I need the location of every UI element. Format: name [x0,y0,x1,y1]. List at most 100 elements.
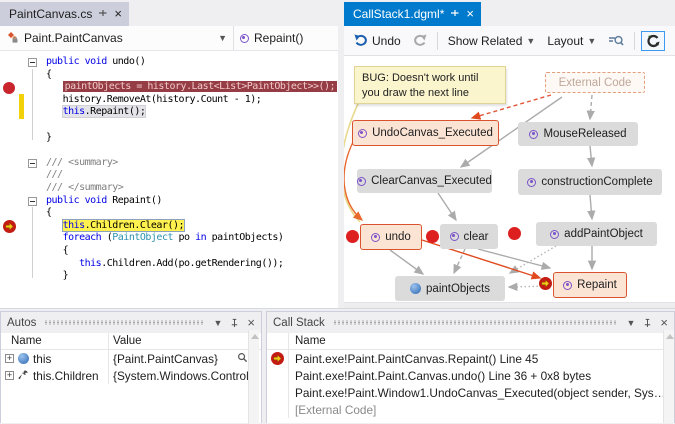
window-menu-icon[interactable]: ▼ [626,318,635,328]
drag-grip[interactable] [333,320,619,325]
redo-button[interactable] [409,32,431,49]
graph-tabstrip: CallStack1.dgml* × [344,0,675,26]
breakpoint-badge[interactable] [426,230,439,243]
graph-node-clear[interactable]: clear [440,224,498,249]
close-icon[interactable]: × [660,315,668,330]
redo-icon [413,34,427,47]
panel-title: Autos [7,317,36,329]
chevron-down-icon: ▼ [587,36,596,46]
code-line[interactable]: public void Repaint() [0,195,338,208]
pin-icon[interactable] [98,7,108,21]
graph-node-mousereleased[interactable]: MouseReleased [518,122,638,146]
node-label: constructionComplete [541,176,652,188]
code-line[interactable]: { [0,207,338,220]
frame-text: Paint.exe!Paint.Window1.UndoCanvas_Execu… [289,386,663,400]
callstack-scrollbar[interactable] [663,330,674,423]
code-line[interactable]: paintObjects = history.Last<List>PaintOb… [0,81,338,94]
close-icon[interactable]: × [466,9,474,19]
field-icon [410,283,421,294]
callstack-header: Name [267,333,674,350]
code-line[interactable]: this.Children.Add(po.getRendering()); [0,258,338,271]
undo-icon [354,34,368,47]
method-dropdown[interactable]: Repaint() [234,26,309,50]
magnifier-icon[interactable] [237,352,248,366]
tab-callstack1-dgml[interactable]: CallStack1.dgml* × [344,2,481,26]
code-line[interactable]: /// </summary> [0,182,338,195]
chevron-down-icon: ▼ [218,33,227,43]
graph-node-clearcanvas-executed[interactable]: ClearCanvas_Executed [357,169,492,193]
highlight-bp: paintObjects = history.Last<List>PaintOb… [63,81,338,92]
expander-icon[interactable]: + [5,371,14,380]
code-line[interactable]: { [0,245,338,258]
graph-node-paintobjects[interactable]: paintObjects [395,276,505,301]
zoom-tools-button[interactable] [604,32,628,50]
class-dropdown[interactable]: Paint.PaintCanvas ▼ [0,26,234,50]
variable-value: {Paint.PaintCanvas} [113,352,218,366]
class-name: Paint.PaintCanvas [24,31,123,45]
window-menu-icon[interactable]: ▼ [213,318,222,328]
breakpoint-badge[interactable] [346,230,359,243]
undo-button[interactable]: Undo [350,32,405,50]
editor-tabstrip: PaintCanvas.cs × [0,0,338,26]
callstack-frame[interactable]: Paint.exe!Paint.Paint.Canvas.undo() Line… [267,367,663,384]
graph-note-bug-note[interactable]: BUG: Doesn't work untilyou draw the next… [354,66,506,104]
code-line[interactable]: this.Children.Clear(); [0,220,338,233]
expander-icon[interactable]: + [5,354,14,363]
current-frame-icon [271,352,284,365]
close-icon[interactable]: × [114,9,122,19]
toolbar-separator [634,32,635,50]
code-line[interactable]: foreach (PaintObject po in paintObjects) [0,232,338,245]
autos-row[interactable]: +this.Children{System.Windows.Controls [1,367,261,384]
graph-canvas[interactable]: BUG: Doesn't work untilyou draw the next… [344,56,675,302]
show-related-button[interactable]: Show Related ▼ [444,32,540,50]
scroll-up-icon[interactable] [251,334,259,339]
scroll-up-icon[interactable] [666,334,674,339]
graph-node-addpaintobject[interactable]: addPaintObject [536,222,657,246]
graph-node-undocanvas-executed[interactable]: UndoCanvas_Executed [352,120,499,146]
frame-margin [267,367,289,384]
callstack-frame[interactable]: Paint.exe!Paint.Window1.UndoCanvas_Execu… [267,384,663,401]
autos-row[interactable]: +this{Paint.PaintCanvas}▼ [1,350,261,367]
layout-button[interactable]: Layout ▼ [543,32,600,50]
pin-icon[interactable] [450,7,460,21]
column-name: Name [1,333,109,349]
graph-node-undo[interactable]: undo [360,224,422,250]
current-statement-badge[interactable] [539,277,552,290]
breakpoint-badge[interactable] [508,227,521,240]
code-line[interactable]: this.Repaint(); [0,106,338,119]
callstack-panel: Call Stack ▼ × Name Paint.exe!Paint.Pain… [266,311,675,423]
method-icon [527,178,536,187]
chevron-down-icon: ▼ [526,36,535,46]
frame-text: [External Code] [289,403,376,417]
code-line[interactable]: } [0,270,338,283]
callstack-frame[interactable]: Paint.exe!Paint.PaintCanvas.Repaint() Li… [267,350,663,367]
callstack-rows: Paint.exe!Paint.PaintCanvas.Repaint() Li… [267,350,663,418]
graph-node-external-code[interactable]: External Code [545,72,645,93]
pin-icon[interactable] [230,318,239,328]
code-line[interactable] [0,144,338,157]
autos-value-cell: {Paint.PaintCanvas}▼ [109,350,261,367]
drag-grip[interactable] [44,320,205,325]
code-line[interactable]: { [0,69,338,82]
pin-icon[interactable] [643,318,652,328]
code-line[interactable] [0,119,338,132]
graph-node-constructioncomplete[interactable]: constructionComplete [518,169,662,195]
callstack-frame[interactable]: [External Code] [267,401,663,418]
code-line[interactable]: public void undo() [0,56,338,69]
graph-node-repaint[interactable]: Repaint [553,272,627,298]
code-line[interactable]: /// <summary> [0,157,338,170]
code-line[interactable]: /// [0,169,338,182]
method-icon [563,281,572,290]
code-area[interactable]: public void undo(){ paintObjects = histo… [0,51,338,308]
method-icon [550,230,559,239]
document-area: PaintCanvas.cs × Paint.PaintCanvas ▼ Rep… [0,0,675,308]
tab-paintcanvas-cs[interactable]: PaintCanvas.cs × [0,2,129,26]
code-line[interactable]: history.RemoveAt(history.Count - 1); [0,94,338,107]
node-label: ClearCanvas_Executed [371,175,492,187]
auto-refresh-toggle[interactable] [641,31,665,51]
frame-margin [267,333,289,349]
autos-scrollbar[interactable] [248,330,259,424]
close-icon[interactable]: × [247,315,255,330]
frame-margin [267,384,289,401]
code-line[interactable]: } [0,132,338,145]
